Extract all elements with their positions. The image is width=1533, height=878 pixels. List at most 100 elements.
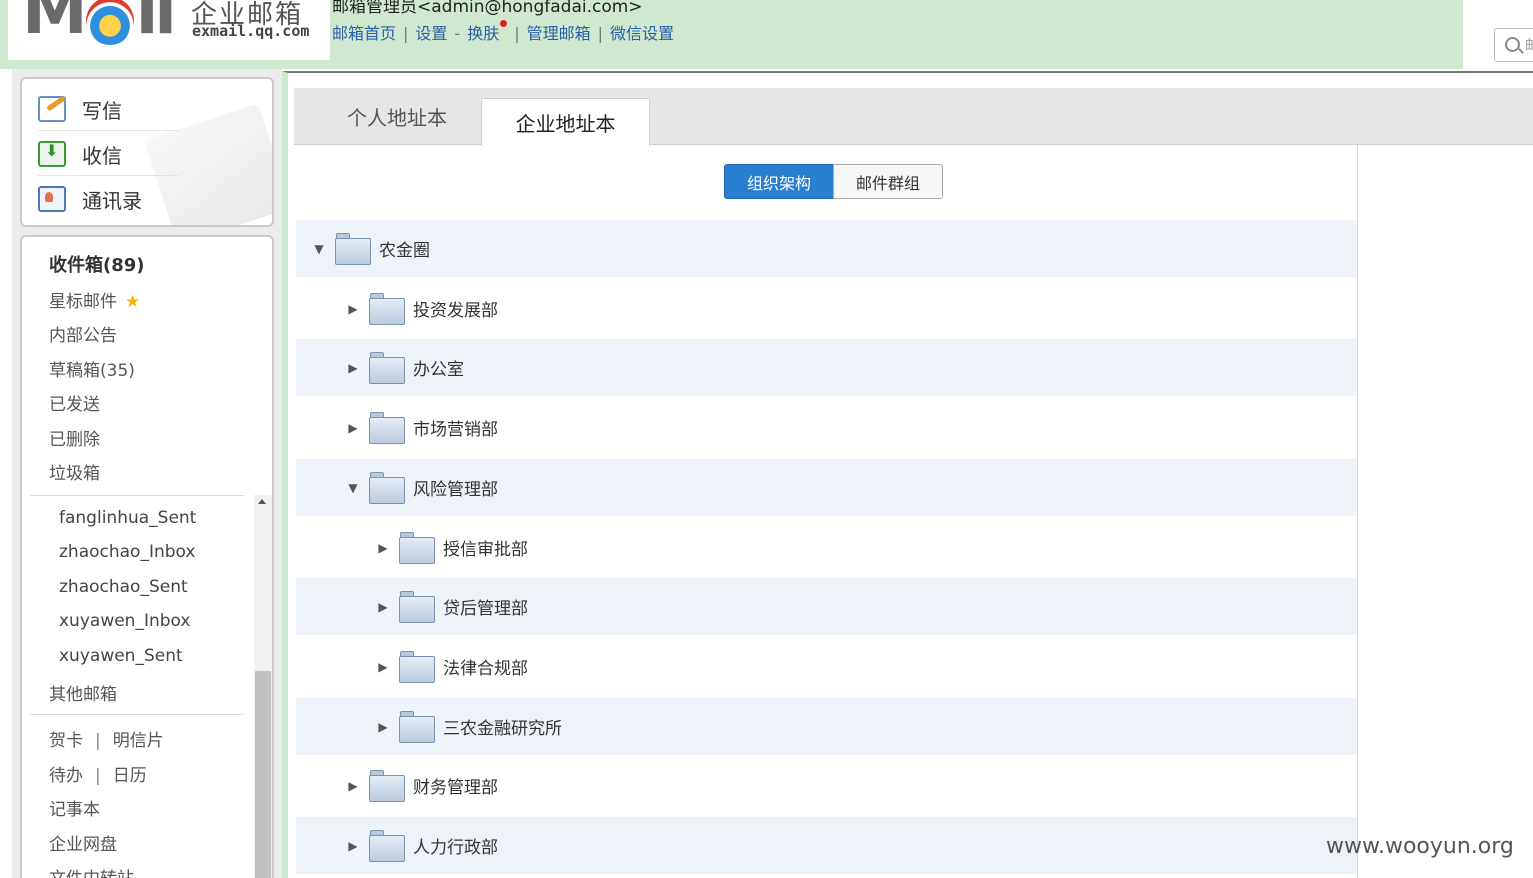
folder-icon [399,711,435,743]
tree-node-row[interactable]: ▶ 市场营销部 [296,399,1357,456]
tree-node-row[interactable]: ▶ 贷后管理部 [296,578,1357,635]
expand-arrow-down-icon[interactable]: ▼ [312,220,326,277]
logo-mark: Mil [22,0,177,49]
folder-other-mailboxes[interactable]: 其他邮箱 [49,680,117,705]
folder-xuyawen-sent[interactable]: xuyawen_Sent [59,646,183,666]
folder-drafts[interactable]: 草稿箱(35) [49,356,135,381]
content-border [1357,145,1358,878]
folder-scrollbar[interactable] [254,495,272,878]
tree-node-label[interactable]: 办公室 [413,339,464,396]
link-calendar[interactable]: 日历 [113,766,147,786]
expand-arrow-right-icon[interactable]: ▶ [346,757,360,814]
tree-node-label[interactable]: 财务管理部 [413,757,498,814]
tab-personal-address-book[interactable]: 个人地址本 [314,88,480,145]
tab-enterprise-address-book[interactable]: 企业地址本 [481,98,650,146]
search-input[interactable]: 邮 [1494,28,1533,62]
nav-skin[interactable]: 换肤 [467,24,499,43]
folder-icon [399,651,435,683]
folder-icon [399,591,435,623]
admin-account: 邮箱管理员<admin@hongfadai.com> [332,0,643,17]
link-todo[interactable]: 待办 [49,766,83,786]
expand-arrow-right-icon[interactable]: ▶ [376,519,390,576]
folder-icon [369,352,405,384]
segment-org-structure[interactable]: 组织架构 [724,164,834,199]
link-postcard[interactable]: 明信片 [113,731,164,751]
folder-notice[interactable]: 内部公告 [49,321,117,346]
folder-starred[interactable]: 星标邮件 ★ [49,287,140,312]
tree-node-label[interactable]: 法律合规部 [443,638,528,695]
divider [38,130,178,131]
folder-deleted[interactable]: 已删除 [49,425,100,450]
watermark: www.wooyun.org [1326,834,1514,859]
link-enterprise-disk[interactable]: 企业网盘 [49,830,117,855]
expand-arrow-right-icon[interactable]: ▶ [376,578,390,635]
folder-fanglinhua-sent[interactable]: fanglinhua_Sent [59,508,196,528]
folder-junk[interactable]: 垃圾箱 [49,459,100,484]
address-book-tabs: 个人地址本 企业地址本 [294,88,1533,146]
tree-node-row[interactable]: ▶ 投资发展部 [296,280,1357,337]
expand-arrow-right-icon[interactable]: ▶ [376,698,390,755]
folder-inbox[interactable]: 收件箱(89) [49,251,145,277]
tree-node-label[interactable]: 人力行政部 [413,817,498,874]
folder-icon [369,472,405,504]
expand-arrow-right-icon[interactable]: ▶ [346,817,360,874]
link-notes[interactable]: 记事本 [49,795,100,820]
compose-label: 写信 [82,98,122,123]
nav-settings[interactable]: 设置 [415,24,447,43]
nav-separator: | [514,24,520,43]
tree-node-label[interactable]: 贷后管理部 [443,578,528,635]
tree-node-row[interactable]: ▶ 授信审批部 [296,519,1357,576]
tree-node-row[interactable]: ▶ 财务管理部 [296,757,1357,814]
tool-separator: | [95,731,101,751]
tree-node-label[interactable]: 投资发展部 [413,280,498,337]
compose-button[interactable]: 写信 [38,87,158,131]
link-greeting-card[interactable]: 贺卡 [49,731,83,751]
folder-xuyawen-inbox[interactable]: xuyawen_Inbox [59,611,190,631]
tree-node-label[interactable]: 农金圈 [379,220,430,277]
contacts-button[interactable]: 通讯录 [38,177,158,221]
folder-zhaochao-sent[interactable]: zhaochao_Sent [59,577,188,597]
receive-button[interactable]: 收信 [38,132,158,176]
tree-node-label[interactable]: 市场营销部 [413,399,498,456]
tree-node-label[interactable]: 授信审批部 [443,519,528,576]
expand-arrow-right-icon[interactable]: ▶ [346,399,360,456]
nav-manage-mailbox[interactable]: 管理邮箱 [527,24,591,43]
nav-wechat-settings[interactable]: 微信设置 [610,24,674,43]
logo-subtitle: exmail.qq.com [192,22,310,40]
tree-node-row[interactable]: ▼ 风险管理部 [296,459,1357,516]
folder-starred-label: 星标邮件 [49,292,117,312]
tools-row-cards: 贺卡 | 明信片 [49,726,164,751]
write-icon [38,96,66,122]
folder-sent[interactable]: 已发送 [49,390,100,415]
tree-node-row[interactable]: ▶ 三农金融研究所 [296,698,1357,755]
header-nav: 邮箱首页 | 设置 - 换肤 | 管理邮箱 | 微信设置 [332,20,674,44]
divider [30,495,244,496]
expand-arrow-down-icon[interactable]: ▼ [346,459,360,516]
expand-arrow-right-icon[interactable]: ▶ [346,339,360,396]
folder-icon [369,293,405,325]
expand-arrow-right-icon[interactable]: ▶ [376,638,390,695]
tree-node-row[interactable]: ▶ 办公室 [296,339,1357,396]
segment-mail-groups[interactable]: 邮件群组 [833,164,943,199]
expand-arrow-right-icon[interactable]: ▶ [346,280,360,337]
logo[interactable]: Mil 企业邮箱 exmail.qq.com [8,0,330,60]
tree-node-label[interactable]: 风险管理部 [413,459,498,516]
nav-mailbox-home[interactable]: 邮箱首页 [332,24,396,43]
tree-node-row[interactable]: ▼ 农金圈 [296,220,1357,277]
nav-dash: - [454,24,461,43]
folder-panel: 收件箱(89) 星标邮件 ★ 内部公告 草稿箱(35) 已发送 已删除 垃圾箱 f… [20,235,274,878]
tree-node-row[interactable]: ▶ 人力行政部 [296,817,1357,874]
folder-icon [399,532,435,564]
tree-node-row[interactable]: ▶ 法律合规部 [296,638,1357,695]
search-placeholder: 邮 [1525,38,1533,54]
link-file-transfer[interactable]: 文件中转站 [49,864,134,878]
top-header: Mil 企业邮箱 exmail.qq.com 邮箱管理员<admin@hongf… [0,0,1463,69]
scroll-thumb[interactable] [255,671,271,878]
folder-icon [369,770,405,802]
tree-node-label[interactable]: 三农金融研究所 [443,698,562,755]
inbox-icon [38,141,66,167]
folder-zhaochao-inbox[interactable]: zhaochao_Inbox [59,542,195,562]
folder-icon [335,233,371,265]
scroll-up-icon[interactable] [258,499,266,504]
contacts-icon [38,186,66,212]
